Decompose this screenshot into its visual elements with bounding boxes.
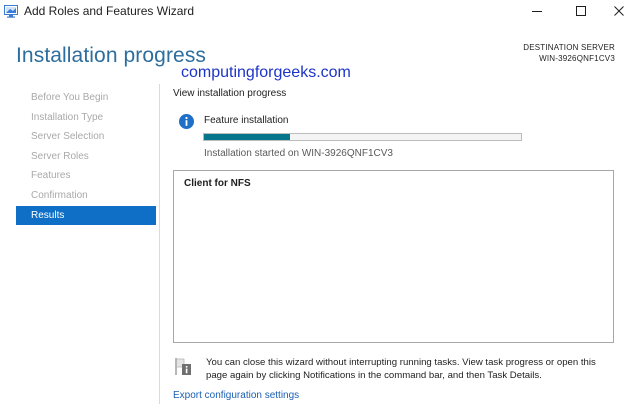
results-list-box[interactable]: Client for NFS — [173, 170, 614, 343]
server-manager-icon — [4, 5, 18, 18]
result-item-client-for-nfs: Client for NFS — [184, 178, 251, 189]
info-icon — [179, 114, 194, 129]
minimize-button[interactable] — [517, 0, 557, 22]
maximize-icon — [576, 6, 586, 16]
destination-server-name: WIN-3926QNF1CV3 — [539, 54, 615, 63]
watermark-text: computingforgeeks.com — [181, 64, 351, 81]
notification-flag-icon — [175, 358, 191, 375]
nav-item-server-roles: Server Roles — [31, 150, 89, 162]
installation-progress-fill — [204, 134, 290, 140]
nav-item-confirmation: Confirmation — [31, 189, 88, 201]
close-button[interactable] — [599, 0, 637, 22]
nav-item-results[interactable]: Results — [16, 205, 156, 226]
section-heading: View installation progress — [173, 88, 287, 99]
destination-server-label: DESTINATION SERVER — [523, 43, 615, 52]
installation-started-text: Installation started on WIN-3926QNF1CV3 — [204, 148, 393, 159]
export-configuration-link[interactable]: Export configuration settings — [173, 390, 299, 401]
page-title: Installation progress — [16, 44, 207, 67]
feature-installation-label: Feature installation — [204, 115, 289, 126]
nav-item-before-you-begin: Before You Begin — [31, 92, 109, 103]
nav-item-installation-type: Installation Type — [31, 111, 104, 123]
installation-progress-bar — [203, 133, 522, 141]
wizard-step-nav: Before You Begin Installation Type Serve… — [16, 88, 156, 226]
window-title: Add Roles and Features Wizard — [24, 4, 195, 18]
maximize-button[interactable] — [561, 0, 601, 22]
nav-divider — [159, 84, 160, 404]
close-icon — [614, 6, 624, 16]
nav-item-server-selection: Server Selection — [31, 131, 105, 143]
window-title-bar: Add Roles and Features Wizard — [0, 0, 637, 24]
wizard-close-note: You can close this wizard without interr… — [206, 357, 596, 381]
nav-item-features: Features — [31, 170, 71, 182]
minimize-icon — [532, 11, 542, 12]
